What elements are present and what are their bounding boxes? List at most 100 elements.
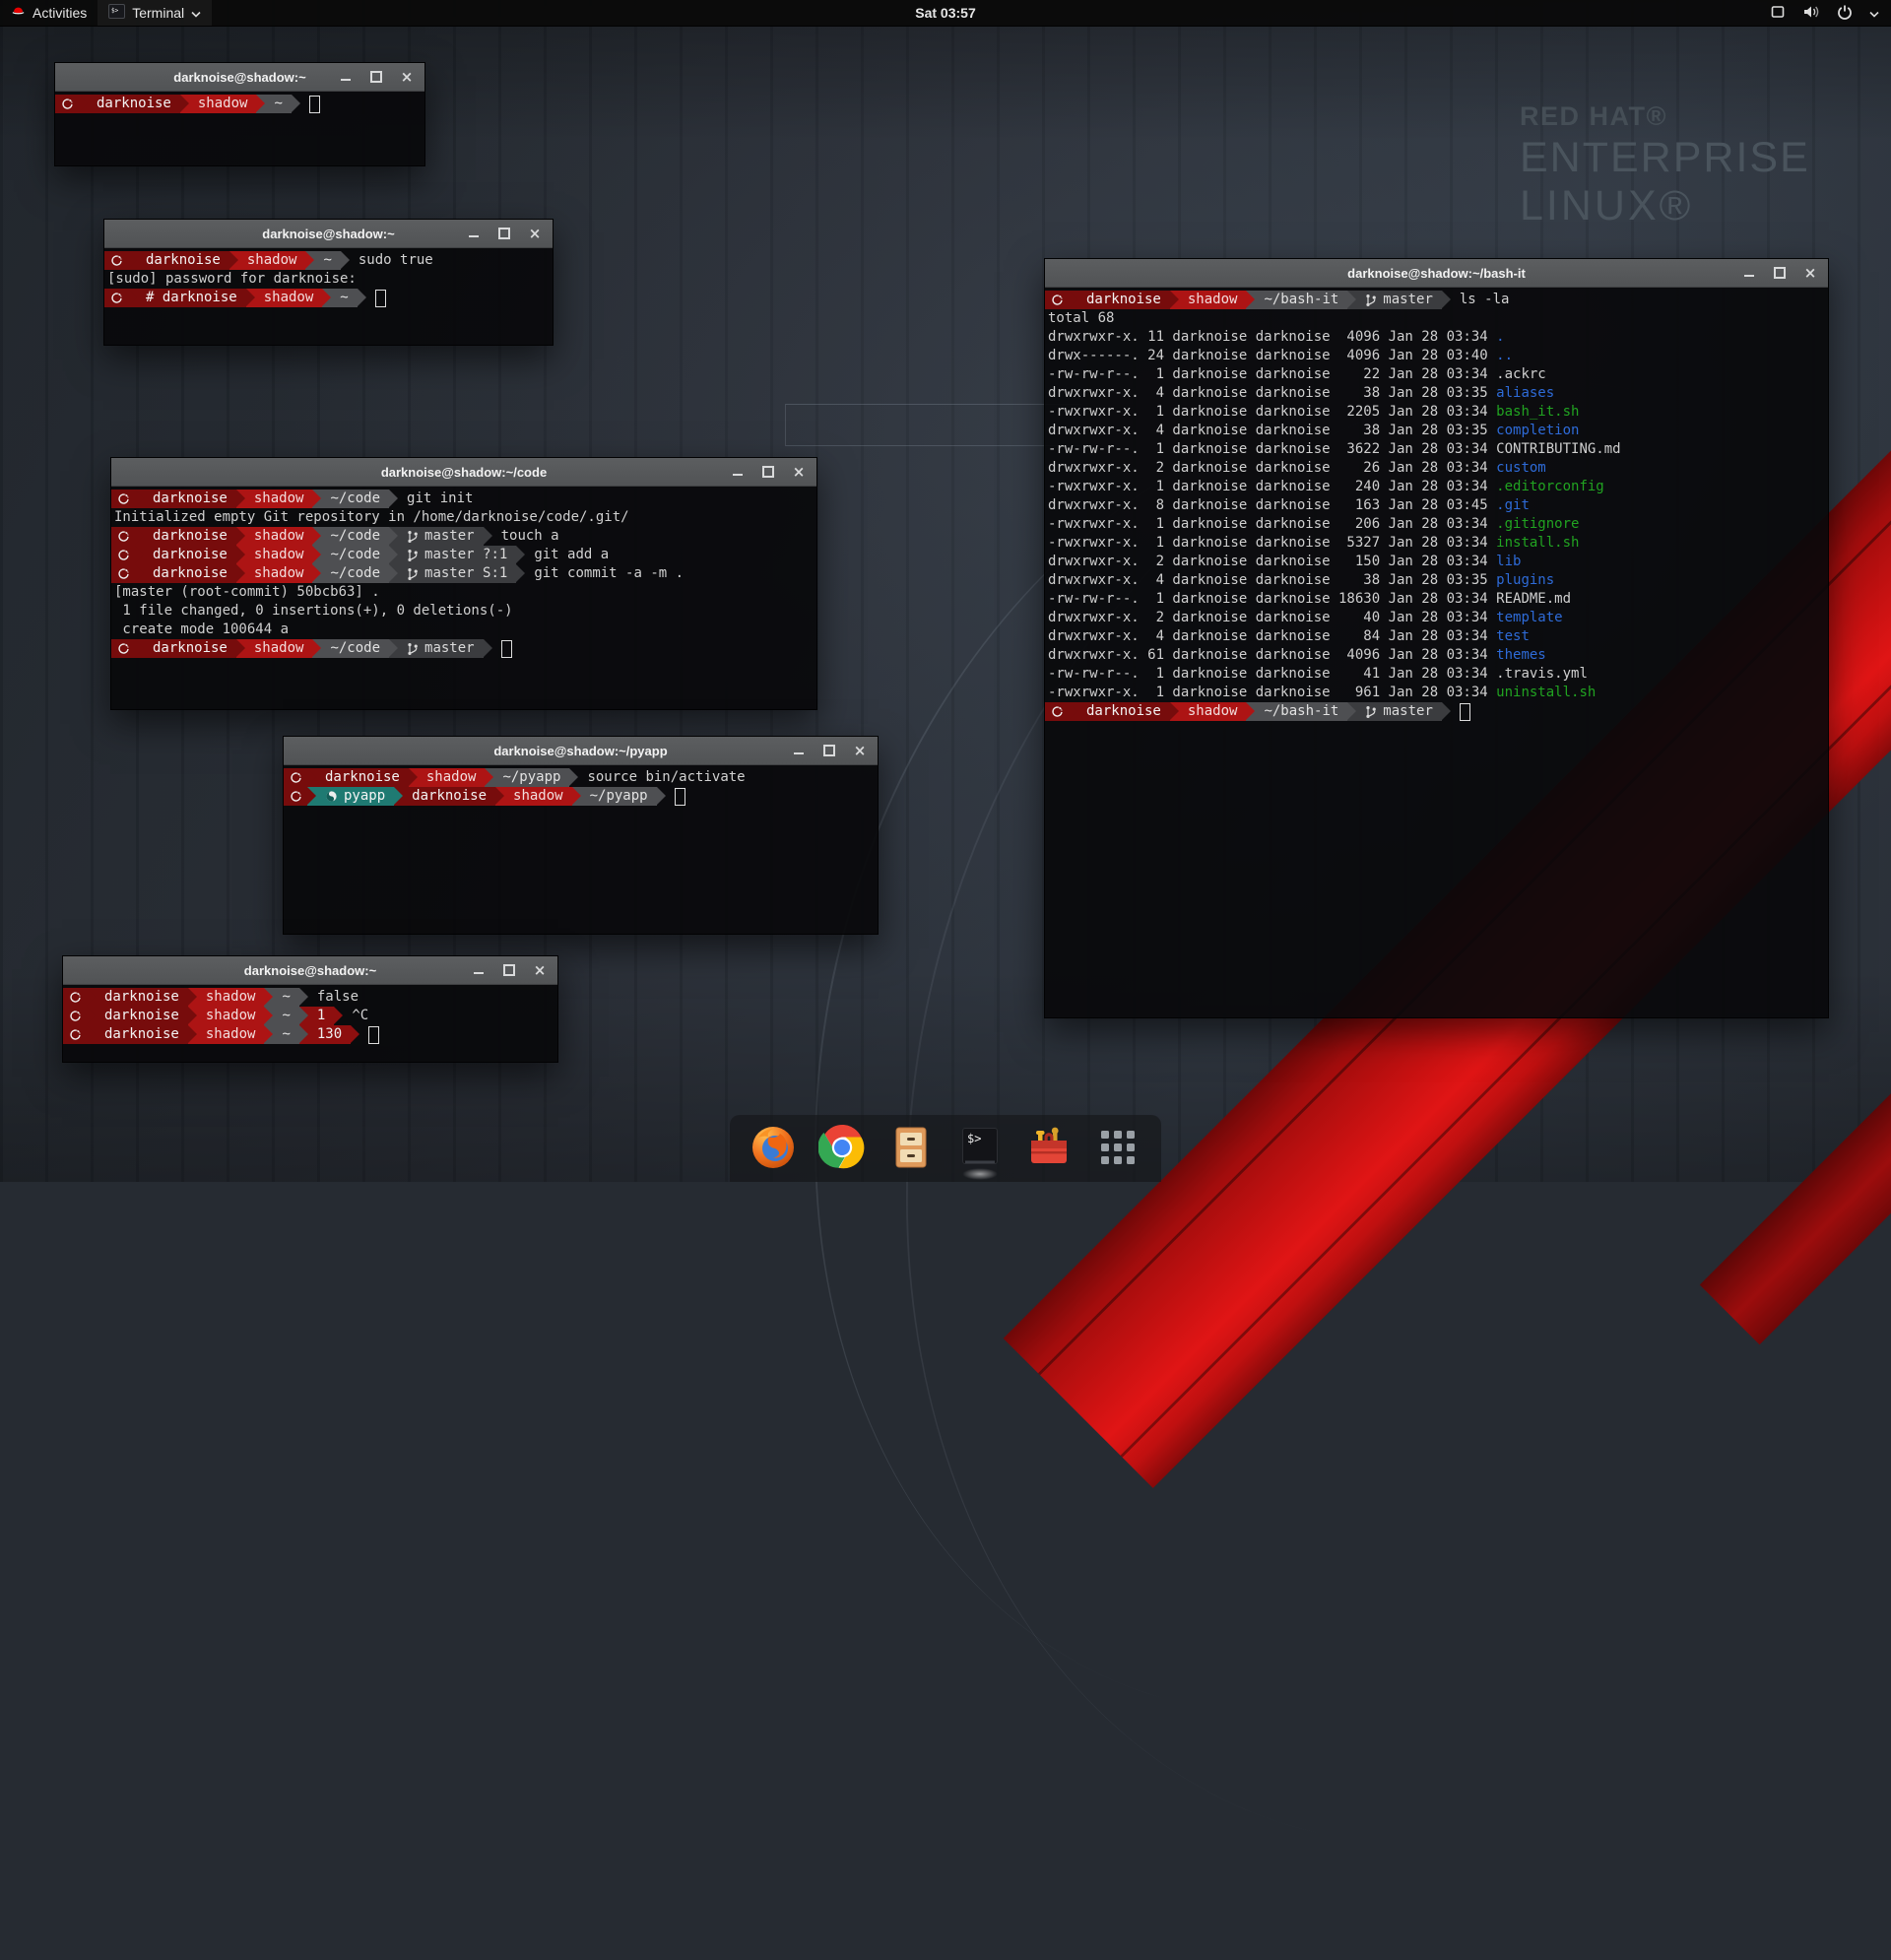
close-button[interactable]: × [528, 227, 542, 240]
file-list-row: -rw-rw-r--. 1 darknoise darknoise 3622 J… [1045, 440, 1828, 459]
maximize-button[interactable] [497, 227, 511, 240]
powerline-separator [312, 639, 321, 658]
command-text: touch a [501, 527, 559, 546]
terminal-output-line: Initialized empty Git repository in /hom… [111, 508, 816, 527]
powerline-separator [312, 564, 321, 583]
show-apps-icon[interactable] [1094, 1124, 1141, 1171]
window-titlebar[interactable]: darknoise@shadow:~/code× [111, 458, 816, 487]
minimize-button[interactable] [792, 744, 806, 757]
minimize-button[interactable] [339, 70, 353, 84]
git-branch-icon [407, 530, 419, 544]
terminal-prompt-line: # darknoiseshadow~ [104, 289, 553, 307]
terminal-content[interactable]: darknoiseshadow~ [55, 92, 424, 166]
terminal-content[interactable]: darknoise shadow ~/code git initInitialized… [111, 487, 816, 710]
window-titlebar[interactable]: darknoise@shadow:~/pyapp× [284, 737, 878, 765]
chevron-down-icon [191, 5, 201, 21]
window-titlebar[interactable]: darknoise@shadow:~× [55, 63, 424, 92]
minimize-button[interactable] [472, 963, 486, 977]
terminal-prompt-line: darknoiseshadow~/bash-itmasterls -la [1045, 291, 1828, 309]
close-button[interactable]: × [1803, 266, 1817, 280]
close-button[interactable]: × [533, 963, 547, 977]
command-text: git init [407, 490, 473, 508]
terminal-mini-icon: $> [108, 4, 125, 22]
watermark-linux: LINUX® [1520, 182, 1810, 230]
terminal-output-line: total 68 [1045, 309, 1828, 328]
chrome-icon[interactable] [818, 1124, 866, 1171]
powerline-separator [657, 787, 666, 806]
maximize-button[interactable] [1773, 266, 1787, 280]
firefox-icon[interactable] [750, 1124, 797, 1171]
terminal-icon[interactable]: $> [956, 1124, 1004, 1171]
powerline-separator [1246, 702, 1255, 721]
terminal-content[interactable]: darknoiseshadow~falsedarknoiseshadow~1^C… [63, 985, 557, 1063]
terminal-output-line: 1 file changed, 0 insertions(+), 0 delet… [111, 602, 816, 621]
clock[interactable]: Sat 03:57 [915, 5, 975, 21]
powerline-separator [236, 639, 245, 658]
prompt-segment-path: ~ [331, 289, 357, 307]
maximize-button[interactable] [502, 963, 516, 977]
file-list-row: drwxrwxr-x. 61 darknoise darknoise 4096 … [1045, 646, 1828, 665]
power-icon[interactable] [1837, 4, 1853, 23]
window-titlebar[interactable]: darknoise@shadow:~× [63, 956, 557, 985]
maximize-button[interactable] [369, 70, 383, 84]
chevron-down-icon[interactable] [1869, 5, 1879, 21]
volume-icon[interactable] [1802, 4, 1820, 23]
prompt-segment-user: darknoise [144, 527, 236, 546]
powerline-separator [135, 639, 144, 658]
maximize-button[interactable] [761, 465, 775, 479]
prompt-segment-icon [111, 490, 135, 508]
powerline-separator [409, 768, 418, 787]
terminal-output-line: [sudo] password for darknoise: [104, 270, 553, 289]
terminal-content[interactable]: darknoiseshadow~/pyappsource bin/activat… [284, 765, 878, 935]
activities-button[interactable]: Activities [0, 0, 98, 26]
file-name: .git [1496, 497, 1530, 513]
powerline-separator [87, 1025, 96, 1044]
close-button[interactable]: × [853, 744, 867, 757]
file-list-row: drwxrwxr-x. 2 darknoise darknoise 150 Ja… [1045, 553, 1828, 571]
terminal-prompt-line: darknoiseshadow~/codemastertouch a [111, 527, 816, 546]
minimize-button[interactable] [467, 227, 481, 240]
minimize-button[interactable] [1742, 266, 1756, 280]
distro-icon [110, 292, 123, 304]
terminal-prompt-line: darknoiseshadow~1^C [63, 1007, 557, 1025]
powerline-separator [516, 564, 525, 583]
files-icon[interactable] [887, 1124, 935, 1171]
window-titlebar[interactable]: darknoise@shadow:~× [104, 220, 553, 248]
distro-icon [69, 1010, 82, 1022]
prompt-segment-icon [63, 988, 87, 1007]
powerline-separator [236, 490, 245, 508]
prompt-segment-path: ~/pyapp [581, 787, 657, 806]
svg-text:$>: $> [967, 1132, 981, 1145]
prompt-segment-host: shadow [245, 639, 313, 658]
screen-icon[interactable] [1770, 4, 1786, 23]
powerline-separator [1442, 291, 1451, 309]
file-name: bash_it.sh [1496, 404, 1579, 420]
file-list-row: -rw-rw-r--. 1 darknoise darknoise 18630 … [1045, 590, 1828, 609]
prompt-segment-path: ~ [273, 988, 298, 1007]
distro-icon [117, 492, 130, 505]
distro-icon [117, 567, 130, 580]
powerline-separator [334, 1007, 343, 1025]
file-name: plugins [1496, 572, 1554, 588]
toolbox-icon[interactable] [1025, 1124, 1073, 1171]
prompt-segment-exit: 1 [308, 1007, 334, 1025]
prompt-segment-path: ~/code [321, 546, 389, 564]
prompt-segment-icon [111, 639, 135, 658]
powerline-separator [1347, 702, 1356, 721]
file-name: CONTRIBUTING.md [1496, 441, 1620, 457]
minimize-button[interactable] [731, 465, 745, 479]
close-button[interactable]: × [792, 465, 806, 479]
prompt-segment-path: ~/bash-it [1255, 291, 1347, 309]
watermark-enterprise: ENTERPRISE [1520, 134, 1810, 182]
maximize-button[interactable] [822, 744, 836, 757]
window-titlebar[interactable]: darknoise@shadow:~/bash-it× [1045, 259, 1828, 288]
close-button[interactable]: × [400, 70, 414, 84]
terminal-content[interactable]: darknoiseshadow~sudo true[sudo] password… [104, 248, 553, 346]
file-name: lib [1496, 554, 1521, 569]
app-menu-terminal[interactable]: $> Terminal [98, 0, 212, 26]
prompt-segment-path: ~ [265, 95, 291, 113]
terminal-content[interactable]: darknoiseshadow~/bash-itmasterls -latota… [1045, 288, 1828, 1018]
prompt-segment-host: shadow [245, 546, 313, 564]
powerline-separator [516, 546, 525, 564]
file-name: aliases [1496, 385, 1554, 401]
